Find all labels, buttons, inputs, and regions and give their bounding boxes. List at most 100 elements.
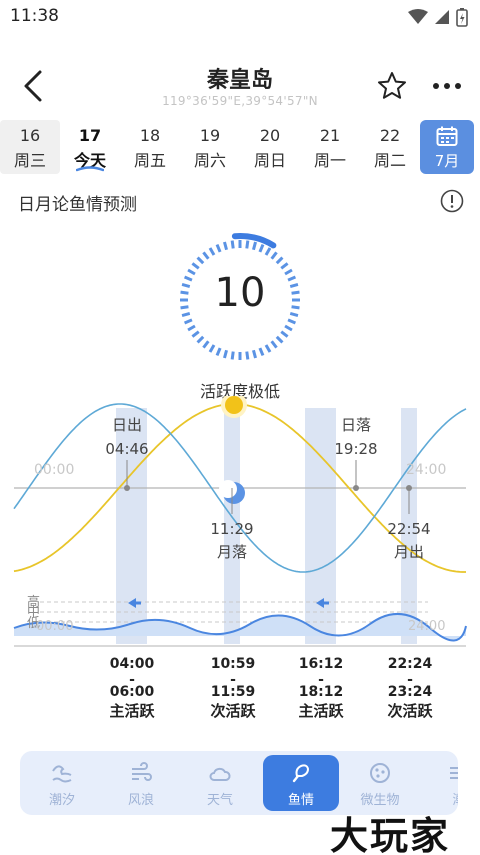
moonset-label: 月落 bbox=[217, 543, 247, 561]
gauge-tick bbox=[245, 351, 250, 360]
gauge-tick bbox=[191, 262, 200, 270]
period-label: 次活跃 bbox=[210, 702, 256, 720]
status-time: 11:38 bbox=[10, 6, 59, 26]
gauge-tick bbox=[196, 256, 205, 265]
date-item-22[interactable]: 22 周二 bbox=[360, 120, 420, 174]
date-number: 22 bbox=[379, 126, 401, 145]
gauge-tick bbox=[202, 251, 210, 260]
tide-axis-start-label: 00:00 bbox=[36, 619, 73, 634]
tide-icon bbox=[52, 765, 72, 783]
period-start: 04:00 bbox=[110, 656, 155, 672]
date-item-18[interactable]: 18 周五 bbox=[120, 120, 180, 174]
tab-fishing[interactable]: 鱼情 bbox=[263, 755, 339, 811]
period-end: 06:00 bbox=[110, 684, 155, 700]
sunset-marker bbox=[353, 485, 359, 491]
page-title: 秦皇岛 bbox=[206, 68, 273, 93]
activity-period: 10:59 - 11:59 次活跃 bbox=[210, 656, 256, 720]
date-number: 21 bbox=[319, 126, 341, 145]
gauge-tick bbox=[264, 344, 272, 353]
activity-period: 16:12 - 18:12 主活跃 bbox=[298, 656, 344, 720]
gauge-tick bbox=[223, 241, 228, 251]
sun-moon-chart: 高 中 低 00:00 24:00 00:00 24:00 日出 04:46 日… bbox=[13, 396, 467, 720]
moonset-time: 11:29 bbox=[210, 520, 253, 538]
activity-band bbox=[305, 408, 336, 644]
watermark: 大玩家 bbox=[330, 814, 451, 855]
date-item-21[interactable]: 21 周一 bbox=[300, 120, 360, 174]
date-weekday: 周一 bbox=[313, 151, 346, 170]
time-axis-start-label: 00:00 bbox=[34, 462, 74, 478]
tab-tide[interactable]: 潮汐 bbox=[24, 755, 100, 811]
activity-score: 10 bbox=[214, 270, 266, 316]
status-bar: 11:38 bbox=[0, 0, 480, 34]
gauge-tick bbox=[196, 335, 205, 344]
activity-period: 22:24 - 23:24 次活跃 bbox=[387, 656, 433, 720]
tab-tide-more[interactable]: 潮 bbox=[421, 755, 458, 811]
period-start: 16:12 bbox=[299, 656, 344, 672]
date-item-17-today[interactable]: 17 今天 bbox=[60, 120, 120, 174]
tide-direction-arrow-icon bbox=[135, 601, 141, 605]
period-end: 11:59 bbox=[211, 684, 256, 700]
gauge-tick bbox=[258, 243, 265, 253]
period-start: 22:24 bbox=[388, 656, 433, 672]
today-indicator-icon bbox=[76, 166, 104, 172]
date-item-19[interactable]: 19 周六 bbox=[180, 120, 240, 174]
moonrise-label: 月出 bbox=[394, 543, 424, 561]
tab-label: 鱼情 bbox=[287, 793, 314, 808]
tide-axis-end-label: 24:00 bbox=[408, 619, 445, 634]
gauge-tick bbox=[223, 349, 228, 359]
calendar-month-label: 7月 bbox=[434, 152, 460, 170]
gauge-tick bbox=[230, 240, 235, 249]
status-icons bbox=[408, 7, 468, 27]
microbe-icon bbox=[370, 763, 390, 783]
gauge-tick bbox=[275, 256, 284, 265]
gauge-tick bbox=[280, 330, 289, 338]
gauge-tick bbox=[187, 324, 196, 332]
gauge-tick bbox=[287, 318, 297, 325]
period-start: 10:59 bbox=[211, 656, 256, 672]
tab-weather[interactable]: 天气 bbox=[182, 755, 258, 811]
tab-wind[interactable]: 风浪 bbox=[103, 755, 179, 811]
date-number: 19 bbox=[199, 126, 221, 145]
moonrise-time: 22:54 bbox=[387, 520, 430, 538]
date-item-20[interactable]: 20 周日 bbox=[240, 120, 300, 174]
tab-label: 潮汐 bbox=[48, 793, 75, 808]
tide-more-icon bbox=[450, 767, 458, 779]
sunset-time: 19:28 bbox=[334, 440, 377, 458]
gauge-tick bbox=[183, 318, 193, 325]
gauge-tick bbox=[275, 335, 284, 344]
more-options-icon[interactable] bbox=[430, 70, 464, 102]
gauge-tick bbox=[252, 241, 257, 251]
battery-icon bbox=[456, 8, 468, 27]
sunrise-label: 日出 bbox=[112, 416, 142, 434]
gauge-tick bbox=[191, 330, 200, 338]
gauge-tick bbox=[245, 240, 250, 249]
sunrise-time: 04:46 bbox=[105, 440, 148, 458]
tab-label: 风浪 bbox=[127, 793, 154, 808]
calendar-button[interactable]: 7月 bbox=[420, 120, 474, 174]
date-strip: 16 周三 17 今天 18 周五 19 周六 20 周日 21 周一 22 周… bbox=[0, 120, 480, 176]
sunset-label: 日落 bbox=[341, 416, 371, 434]
signal-icon bbox=[435, 10, 449, 24]
activity-period: 04:00 - 06:00 主活跃 bbox=[109, 656, 155, 720]
gauge-tick bbox=[208, 344, 216, 353]
favorite-star-icon[interactable] bbox=[376, 70, 408, 102]
gauge-tick bbox=[208, 247, 216, 256]
wifi-icon bbox=[408, 9, 428, 24]
moon-icon bbox=[219, 480, 237, 498]
tab-microbe[interactable]: 微生物 bbox=[342, 755, 418, 811]
period-label: 主活跃 bbox=[109, 702, 155, 720]
date-item-16[interactable]: 16 周三 bbox=[0, 120, 60, 174]
gauge-tick bbox=[215, 243, 222, 253]
time-axis-end-label: 24:00 bbox=[406, 462, 446, 478]
gauge-tick bbox=[215, 347, 222, 357]
gauge-tick bbox=[258, 347, 265, 357]
info-icon[interactable] bbox=[440, 189, 464, 213]
tab-label: 天气 bbox=[206, 793, 233, 808]
sunrise-marker bbox=[124, 485, 130, 491]
gauge-tick bbox=[264, 247, 272, 256]
period-end: 23:24 bbox=[388, 684, 433, 700]
gauge-tick bbox=[230, 351, 235, 360]
date-weekday: 周五 bbox=[133, 151, 166, 170]
date-number: 20 bbox=[259, 126, 281, 145]
gauge-tick bbox=[270, 340, 278, 349]
